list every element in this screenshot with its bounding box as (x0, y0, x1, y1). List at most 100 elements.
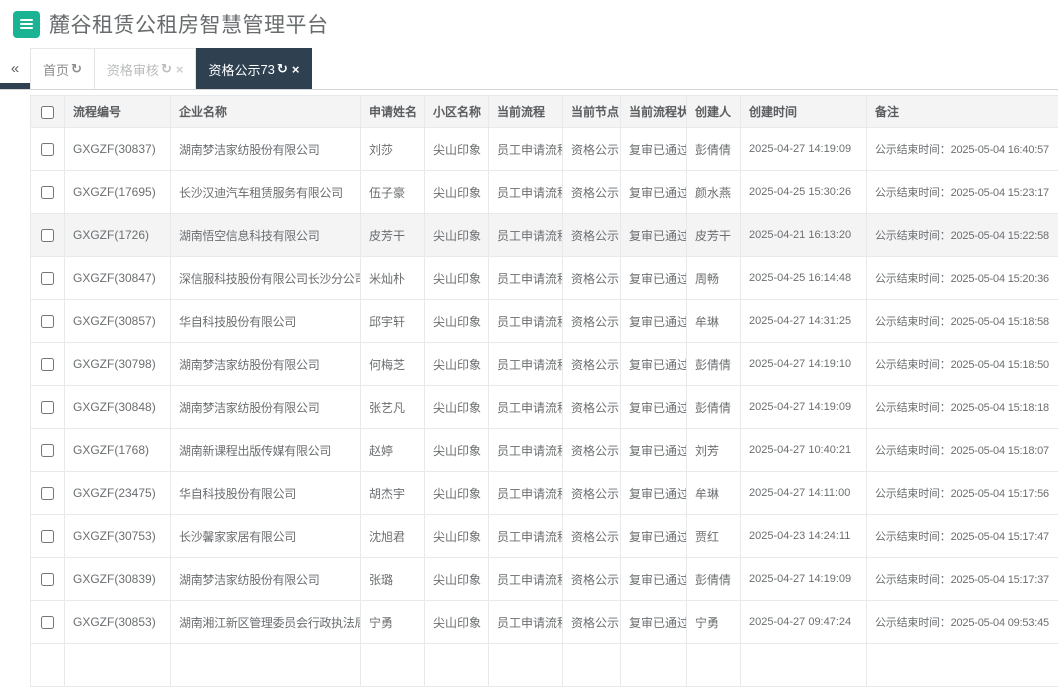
select-all-checkbox[interactable] (41, 106, 54, 119)
cell-node: 资格公示 (563, 515, 621, 558)
row-select-cell (31, 343, 65, 386)
row-select-cell (31, 386, 65, 429)
cell-remark: 公示结束时间：2025-05-04 15:18:18 (867, 386, 1058, 429)
tab-home[interactable]: 首页 ↻ (30, 48, 95, 89)
row-checkbox[interactable] (41, 616, 54, 629)
cell-remark: 公示结束时间：2025-05-04 16:40:57 (867, 128, 1058, 171)
menu-button[interactable] (13, 11, 40, 38)
cell-creator: 宁勇 (687, 601, 741, 644)
cell-community: 尖山印象 (425, 214, 489, 257)
cell-id: GXGZF(30853) (65, 601, 171, 644)
cell-node: 资格公示 (563, 386, 621, 429)
row-checkbox[interactable] (41, 444, 54, 457)
cell-company: 华自科技股份有限公司 (171, 300, 361, 343)
row-select-cell (31, 472, 65, 515)
cell-flow: 员工申请流程 (489, 515, 563, 558)
row-checkbox[interactable] (41, 573, 54, 586)
cell-status: 复审已通过 (621, 343, 687, 386)
row-checkbox[interactable] (41, 315, 54, 328)
cell-id: GXGZF(1768) (65, 429, 171, 472)
table-row: GXGZF(30848)湖南梦洁家纺股份有限公司张艺凡尖山印象员工申请流程资格公… (31, 386, 1058, 429)
cell-company: 湖南湘江新区管理委员会行政执法局 (171, 601, 361, 644)
column-header-created: 创建时间 (741, 96, 867, 128)
row-select-cell (31, 300, 65, 343)
table-row: GXGZF(30853)湖南湘江新区管理委员会行政执法局宁勇尖山印象员工申请流程… (31, 601, 1058, 644)
row-checkbox[interactable] (41, 143, 54, 156)
table-header: 流程编号 企业名称 申请姓名 小区名称 当前流程 当前节点 当前流程状态 创建人… (31, 96, 1058, 128)
cell-remark: 公示结束时间：2025-05-04 09:53:45 (867, 601, 1058, 644)
row-checkbox[interactable] (41, 229, 54, 242)
cell-creator: 贾红 (687, 515, 741, 558)
cell-status: 复审已通过 (621, 515, 687, 558)
table-row: GXGZF(17695)长沙汉迪汽车租赁服务有限公司伍子豪尖山印象员工申请流程资… (31, 171, 1058, 214)
tab-label: 资格审核 (107, 60, 159, 79)
cell-remark: 公示结束时间：2025-05-04 15:17:56 (867, 472, 1058, 515)
cell-applicant: 刘莎 (361, 128, 425, 171)
cell-status: 复审已通过 (621, 214, 687, 257)
cell-creator: 彭倩倩 (687, 386, 741, 429)
row-checkbox[interactable] (41, 186, 54, 199)
cell-applicant: 皮芳干 (361, 214, 425, 257)
column-header-remark: 备注 (867, 96, 1058, 128)
cell-company: 深信服科技股份有限公司长沙分公司 (171, 257, 361, 300)
row-select-cell (31, 171, 65, 214)
cell-status: 复审已通过 (621, 429, 687, 472)
cell-created: 2025-04-21 16:13:20 (741, 214, 867, 257)
tab-scroll-left-button[interactable]: « (0, 48, 30, 89)
tab-qualification-review[interactable]: 资格审核 ↻ × (95, 48, 197, 89)
table-body: GXGZF(30837)湖南梦洁家纺股份有限公司刘莎尖山印象员工申请流程资格公示… (31, 128, 1058, 687)
cell-created: 2025-04-27 10:40:21 (741, 429, 867, 472)
cell-flow: 员工申请流程 (489, 429, 563, 472)
cell-community: 尖山印象 (425, 257, 489, 300)
refresh-icon[interactable]: ↻ (277, 61, 288, 77)
cell-applicant: 伍子豪 (361, 171, 425, 214)
tab-qualification-publicity[interactable]: 资格公示 73 ↻ × (196, 48, 312, 89)
row-select-cell (31, 257, 65, 300)
column-header-process-id: 流程编号 (65, 96, 171, 128)
cell-created: 2025-04-25 16:14:48 (741, 257, 867, 300)
row-checkbox[interactable] (41, 401, 54, 414)
refresh-icon[interactable]: ↻ (71, 61, 82, 77)
cell-created: 2025-04-27 14:31:25 (741, 300, 867, 343)
cell-applicant: 宁勇 (361, 601, 425, 644)
cell-status: 复审已通过 (621, 386, 687, 429)
row-checkbox[interactable] (41, 530, 54, 543)
cell-applicant: 张艺凡 (361, 386, 425, 429)
row-checkbox[interactable] (41, 358, 54, 371)
cell-node: 资格公示 (563, 472, 621, 515)
cell-community: 尖山印象 (425, 128, 489, 171)
cell-creator: 颜水燕 (687, 171, 741, 214)
cell-status: 复审已通过 (621, 128, 687, 171)
refresh-icon[interactable]: ↻ (161, 61, 172, 77)
table-row: GXGZF(30839)湖南梦洁家纺股份有限公司张璐尖山印象员工申请流程资格公示… (31, 558, 1058, 601)
column-header-creator: 创建人 (687, 96, 741, 128)
cell-empty (741, 644, 867, 687)
cell-applicant: 邱宇轩 (361, 300, 425, 343)
cell-applicant: 沈旭君 (361, 515, 425, 558)
cell-company: 湖南悟空信息科技有限公司 (171, 214, 361, 257)
cell-node: 资格公示 (563, 601, 621, 644)
cell-flow: 员工申请流程 (489, 386, 563, 429)
cell-empty (563, 644, 621, 687)
close-icon[interactable]: × (292, 62, 300, 77)
row-checkbox[interactable] (41, 487, 54, 500)
cell-id: GXGZF(30753) (65, 515, 171, 558)
table-row: GXGZF(23475)华自科技股份有限公司胡杰宇尖山印象员工申请流程资格公示复… (31, 472, 1058, 515)
cell-remark: 公示结束时间：2025-05-04 15:18:50 (867, 343, 1058, 386)
cell-community: 尖山印象 (425, 343, 489, 386)
row-checkbox[interactable] (41, 272, 54, 285)
table-row: GXGZF(1768)湖南新课程出版传媒有限公司赵婷尖山印象员工申请流程资格公示… (31, 429, 1058, 472)
cell-community: 尖山印象 (425, 558, 489, 601)
close-icon[interactable]: × (176, 62, 184, 77)
select-all-cell (31, 96, 65, 128)
tab-label: 首页 (43, 60, 69, 79)
row-select-cell (31, 429, 65, 472)
table-row: GXGZF(30847)深信服科技股份有限公司长沙分公司米灿朴尖山印象员工申请流… (31, 257, 1058, 300)
tab-count-badge: 73 (260, 62, 274, 77)
cell-remark: 公示结束时间：2025-05-04 15:18:58 (867, 300, 1058, 343)
cell-created: 2025-04-25 15:30:26 (741, 171, 867, 214)
collapse-left-icon: « (11, 60, 19, 77)
cell-empty (361, 644, 425, 687)
tab-label: 资格公示 (208, 60, 260, 79)
column-header-status: 当前流程状态 (621, 96, 687, 128)
